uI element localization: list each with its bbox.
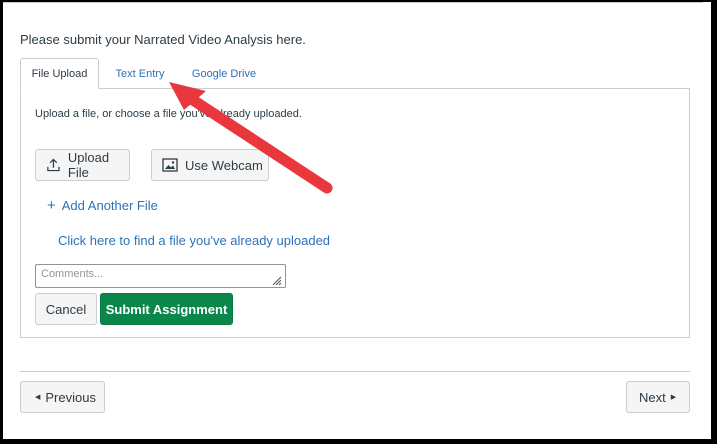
submission-prompt: Please submit your Narrated Video Analys…	[20, 32, 306, 47]
comments-input[interactable]	[35, 264, 286, 288]
previous-label: Previous	[45, 389, 96, 405]
plus-icon: +	[47, 197, 56, 214]
upload-file-label: Upload File	[67, 150, 110, 180]
tab-file-upload[interactable]: File Upload	[20, 58, 99, 89]
image-icon	[162, 158, 178, 172]
submit-assignment-button[interactable]: Submit Assignment	[100, 293, 233, 325]
next-label: Next	[639, 389, 666, 405]
add-another-file-link[interactable]: + Add Another File	[47, 198, 158, 213]
use-webcam-label: Use Webcam	[185, 157, 263, 173]
bottom-divider	[20, 371, 690, 372]
add-another-file-label: Add Another File	[61, 198, 158, 213]
triangle-right-icon: ▶	[670, 394, 677, 401]
submission-frame: Please submit your Narrated Video Analys…	[3, 2, 711, 439]
previous-button[interactable]: ◀ Previous	[20, 381, 105, 413]
tab-text-entry[interactable]: Text Entry	[105, 58, 175, 89]
find-uploaded-file-link[interactable]: Click here to find a file you've already…	[58, 233, 330, 248]
file-upload-panel: Upload a file, or choose a file you've a…	[20, 88, 690, 338]
upload-icon	[47, 158, 60, 172]
use-webcam-button[interactable]: Use Webcam	[151, 149, 269, 181]
upload-instructions: Upload a file, or choose a file you've a…	[35, 108, 302, 120]
upload-file-button[interactable]: Upload File	[35, 149, 130, 181]
resize-grip-icon[interactable]	[271, 275, 282, 286]
triangle-left-icon: ◀	[35, 394, 41, 401]
cancel-button[interactable]: Cancel	[35, 293, 97, 325]
next-button[interactable]: Next ▶	[626, 381, 690, 413]
top-divider	[3, 2, 703, 3]
tab-google-drive[interactable]: Google Drive	[183, 58, 265, 89]
